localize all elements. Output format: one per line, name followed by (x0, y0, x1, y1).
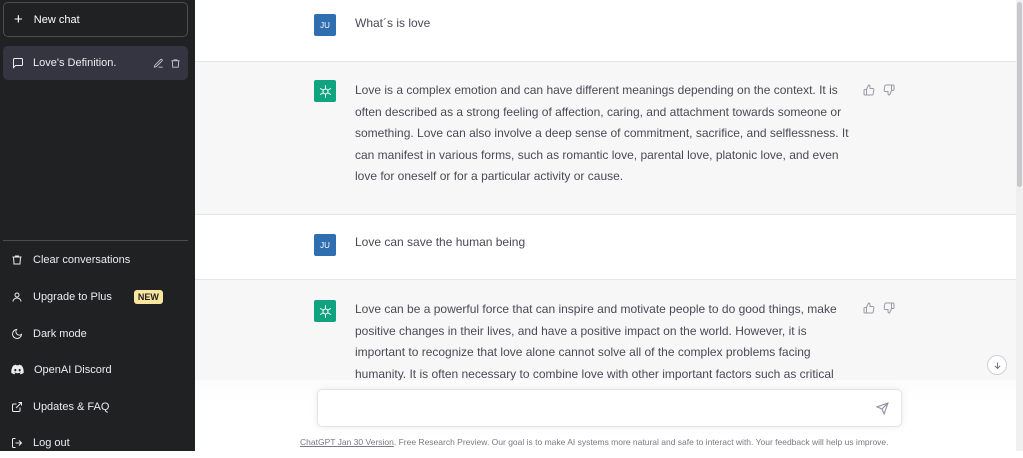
external-link-icon (11, 401, 23, 413)
conversation-label: Love's Definition. (33, 57, 117, 69)
thumbs-down-icon[interactable] (883, 302, 895, 314)
arrow-down-icon (993, 361, 1002, 370)
menu-label: Updates & FAQ (33, 401, 110, 413)
message-input[interactable] (328, 398, 872, 420)
menu-label: Log out (33, 437, 70, 449)
thumbs-down-icon[interactable] (883, 84, 895, 96)
user-message-row: JU What´s is love (195, 0, 1023, 61)
delete-icon[interactable] (170, 58, 181, 69)
conversation-panel: JU What´s is love Love is a complex emot… (195, 0, 1023, 451)
new-chat-label: New chat (33, 13, 80, 26)
openai-logo-icon (314, 300, 336, 322)
version-link[interactable]: ChatGPT Jan 30 Version (300, 437, 394, 447)
discord-icon (11, 364, 24, 376)
assistant-message-text: Love is a complex emotion and can have d… (355, 83, 849, 183)
openai-discord-link[interactable]: OpenAI Discord (0, 355, 195, 385)
edit-icon[interactable] (153, 58, 164, 69)
scrollbar[interactable] (1016, 0, 1023, 451)
upgrade-to-plus-button[interactable]: Upgrade to Plus NEW (0, 282, 195, 312)
logout-icon (11, 437, 23, 449)
trash-icon (11, 254, 23, 266)
assistant-message-text: Love can be a powerful force that can in… (355, 302, 837, 381)
sidebar: + New chat Love's Definition. Clear conv… (0, 0, 195, 451)
menu-label: Clear conversations (33, 254, 131, 266)
moon-icon (11, 328, 23, 340)
menu-label: OpenAI Discord (34, 364, 112, 376)
user-avatar: JU (314, 14, 336, 36)
sidebar-divider (3, 240, 188, 241)
thumbs-up-icon[interactable] (863, 84, 875, 96)
conversation-item[interactable]: Love's Definition. (3, 46, 188, 80)
clear-conversations-button[interactable]: Clear conversations (0, 245, 195, 275)
user-avatar: JU (314, 234, 336, 256)
thumbs-up-icon[interactable] (863, 302, 875, 314)
menu-label: Dark mode (33, 328, 87, 340)
updates-faq-link[interactable]: Updates & FAQ (0, 392, 195, 422)
user-icon (11, 291, 23, 303)
openai-logo-icon (314, 80, 336, 102)
log-out-button[interactable]: Log out (0, 428, 195, 458)
message-composer[interactable] (317, 389, 902, 427)
footer-text: . Free Research Preview. Our goal is to … (393, 437, 889, 447)
user-message-row: JU Love can save the human being (195, 215, 1023, 279)
user-message-text: Love can save the human being (355, 235, 526, 249)
chat-bubble-icon (12, 57, 24, 69)
plus-icon: + (14, 11, 23, 28)
scroll-to-bottom-button[interactable] (987, 355, 1007, 375)
menu-label: Upgrade to Plus (33, 291, 112, 303)
dark-mode-button[interactable]: Dark mode (0, 319, 195, 349)
user-message-text: What´s is love (355, 16, 431, 30)
footer-disclaimer: ChatGPT Jan 30 Version. Free Research Pr… (300, 437, 889, 447)
scrollbar-thumb[interactable] (1017, 2, 1022, 187)
send-icon[interactable] (876, 402, 889, 415)
assistant-message-row: Love is a complex emotion and can have d… (195, 61, 1023, 215)
new-chat-button[interactable]: + New chat (3, 2, 188, 37)
new-badge: NEW (133, 290, 163, 304)
